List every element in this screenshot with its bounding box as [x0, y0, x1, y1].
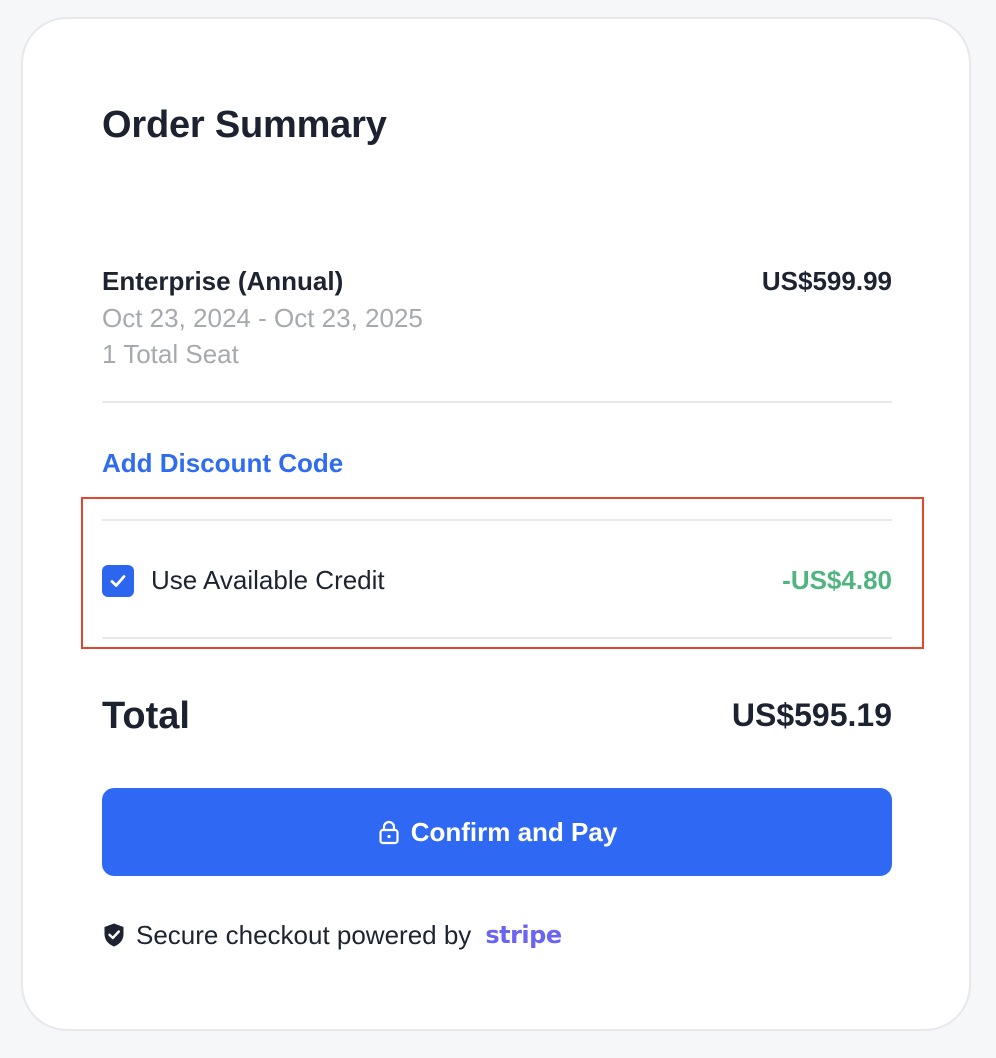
secure-checkout-text: Secure checkout powered by	[136, 920, 472, 950]
divider	[102, 637, 892, 639]
plan-seats: 1 Total Seat	[102, 339, 239, 369]
stripe-logo: stripe	[485, 921, 562, 949]
checkmark-icon	[110, 575, 126, 587]
use-credit-label[interactable]: Use Available Credit	[151, 563, 385, 597]
use-credit-checkbox[interactable]	[102, 565, 134, 597]
add-discount-code-link[interactable]: Add Discount Code	[102, 446, 343, 480]
confirm-and-pay-button[interactable]: Confirm and Pay	[102, 788, 892, 876]
plan-name: Enterprise (Annual)	[102, 266, 344, 296]
divider	[102, 519, 892, 521]
shield-check-icon	[102, 922, 126, 948]
plan-price: US$599.99	[761, 266, 892, 296]
plan-period: Oct 23, 2024 - Oct 23, 2025	[102, 303, 423, 333]
credit-amount: -US$4.80	[782, 565, 892, 595]
page-title: Order Summary	[102, 104, 387, 146]
total-label: Total	[102, 695, 190, 737]
total-value: US$595.19	[731, 697, 892, 733]
secure-checkout-note: Secure checkout powered by stripe	[102, 918, 562, 952]
divider	[102, 401, 892, 403]
lock-icon	[377, 819, 401, 845]
confirm-and-pay-label: Confirm and Pay	[410, 816, 618, 847]
